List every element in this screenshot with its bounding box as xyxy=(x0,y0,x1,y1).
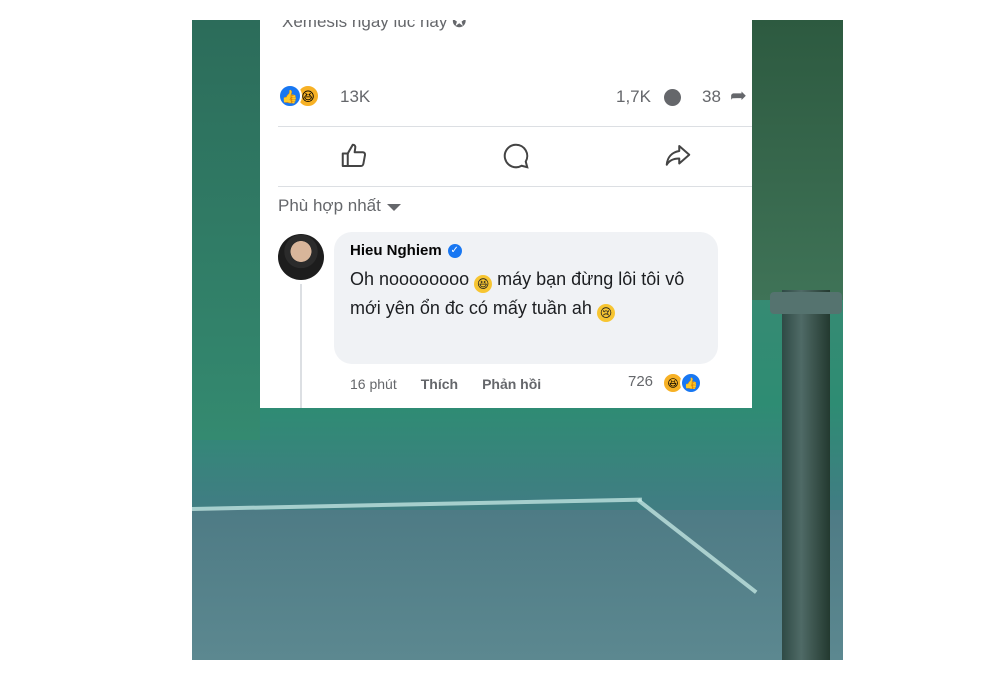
thumbs-up-icon xyxy=(341,143,367,167)
background-left-edge xyxy=(192,20,260,440)
like-icon[interactable]: 👍 xyxy=(278,84,302,108)
comment-text: Oh noooooooo 😆 máy bạn đừng lôi tôi vô m… xyxy=(350,269,685,322)
emoji-icon: ✪ xyxy=(452,20,467,31)
laughing-emoji-icon: 😆 xyxy=(474,275,493,293)
comment-bubble-icon xyxy=(664,89,681,106)
avatar[interactable] xyxy=(278,234,324,280)
sort-label: Phù hợp nhất xyxy=(278,196,381,215)
post-caption: Xemesis ngay lúc nãy ✪ xyxy=(282,20,466,32)
court-line xyxy=(192,497,642,511)
like-button[interactable] xyxy=(334,138,374,174)
comment-meta: 16 phút Thích Phản hồi xyxy=(350,376,541,392)
shares-count[interactable]: 38 xyxy=(702,87,721,107)
facebook-post-card: Xemesis ngay lúc nãy ✪ 👍 😆 13K 1,7K 38 ➦ xyxy=(260,20,752,408)
comment-time[interactable]: 16 phút xyxy=(350,376,397,392)
net-post xyxy=(782,290,830,660)
share-icon xyxy=(665,145,691,166)
comments-count[interactable]: 1,7K xyxy=(616,87,651,107)
post-actions xyxy=(278,132,752,182)
share-button[interactable] xyxy=(658,138,698,174)
reaction-count[interactable]: 13K xyxy=(340,87,370,107)
comment-button[interactable] xyxy=(496,138,536,174)
comment-reply-link[interactable]: Phản hồi xyxy=(482,376,541,392)
share-arrow-icon: ➦ xyxy=(730,85,747,107)
divider xyxy=(278,186,752,187)
like-icon: 👍 xyxy=(680,372,702,394)
comment-like-link[interactable]: Thích xyxy=(421,376,458,392)
post-reactions-row: 👍 😆 13K 1,7K 38 ➦ xyxy=(278,82,752,112)
net-post-cap xyxy=(770,292,842,314)
divider xyxy=(278,126,752,127)
verified-badge-icon: ✓ xyxy=(447,243,462,258)
comment-reaction-count[interactable]: 726 xyxy=(628,373,653,390)
comment-bubble: Hieu Nghiem ✓ Oh noooooooo 😆 máy bạn đừn… xyxy=(334,232,718,364)
comment-icon xyxy=(503,143,529,169)
background-trees xyxy=(752,20,843,300)
sort-dropdown[interactable]: Phù hợp nhất xyxy=(278,196,401,216)
comment-author[interactable]: Hieu Nghiem ✓ xyxy=(350,242,702,259)
crying-emoji-icon: 😢 xyxy=(596,304,615,322)
caret-down-icon xyxy=(386,203,401,211)
thread-line xyxy=(300,284,302,408)
